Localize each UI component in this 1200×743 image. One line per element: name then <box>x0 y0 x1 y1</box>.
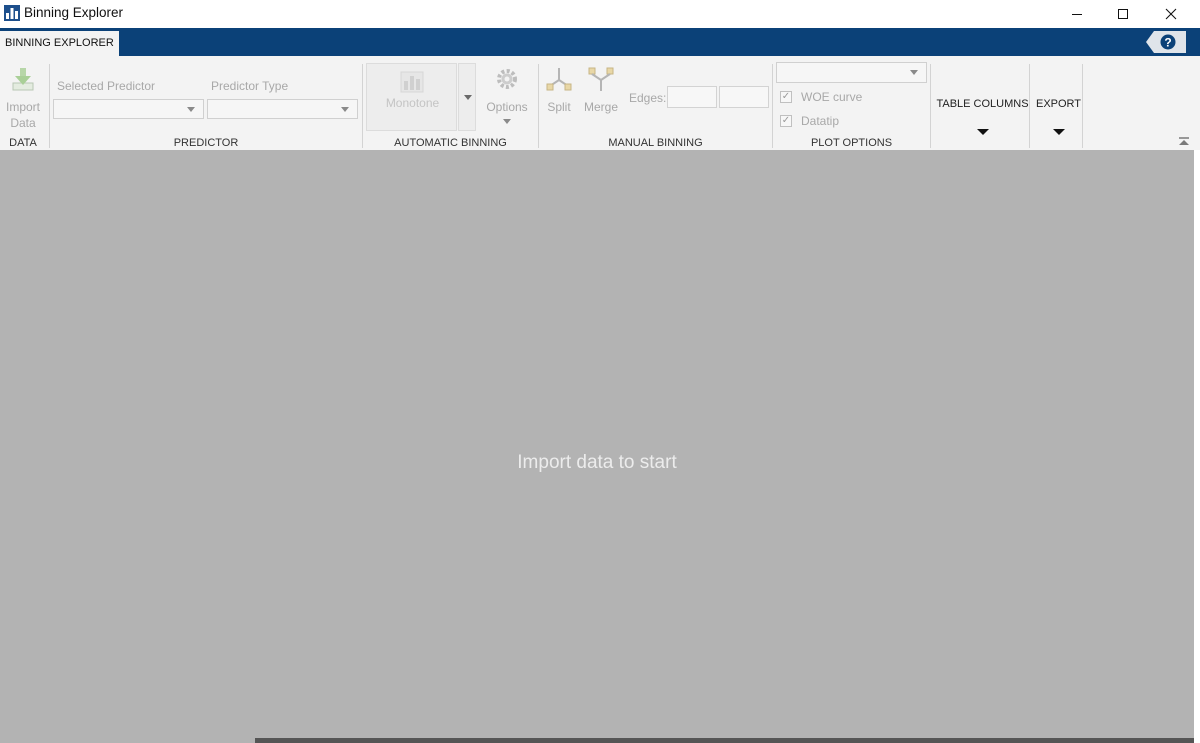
group-label-predictor: PREDICTOR <box>173 137 239 149</box>
export-label: EXPORT <box>1035 98 1082 110</box>
collapse-ribbon-icon[interactable] <box>1177 136 1191 148</box>
split-label: Split <box>547 100 571 114</box>
bar-chart-icon <box>4 5 20 21</box>
group-label-data: DATA <box>9 137 37 149</box>
edge-upper-input[interactable] <box>719 86 769 108</box>
merge-button[interactable]: Merge <box>580 66 622 116</box>
caret-down-icon <box>1053 129 1065 135</box>
split-button[interactable]: Split <box>543 66 575 116</box>
tab-strip <box>0 28 1200 56</box>
table-columns-label: TABLE COLUMNS <box>936 98 1029 110</box>
minimize-icon <box>1072 14 1082 15</box>
binning-algorithm-gallery[interactable]: Monotone <box>366 63 457 131</box>
maximize-button[interactable] <box>1100 0 1146 28</box>
selected-predictor-dropdown[interactable] <box>53 99 204 119</box>
algorithm-gallery-expand-button[interactable] <box>458 63 476 131</box>
predictor-type-label: Predictor Type <box>211 79 289 93</box>
check-icon: ✓ <box>780 115 792 127</box>
edges-label: Edges: <box>629 91 667 105</box>
close-button[interactable] <box>1148 0 1194 28</box>
options-label: Options <box>486 100 528 114</box>
help-icon: ? <box>1146 31 1186 53</box>
window-edge <box>1194 150 1200 743</box>
check-icon: ✓ <box>780 91 792 103</box>
maximize-icon <box>1118 9 1128 19</box>
group-label-automatic-binning: AUTOMATIC BINNING <box>394 137 507 149</box>
close-icon <box>1165 8 1177 20</box>
svg-text:?: ? <box>1164 36 1171 50</box>
empty-state-message: Import data to start <box>517 452 677 473</box>
selected-predictor-label: Selected Predictor <box>57 79 156 93</box>
group-separator <box>772 64 773 148</box>
caret-down-icon <box>977 129 989 135</box>
import-label-line1: Import <box>5 100 40 114</box>
group-separator <box>49 64 50 148</box>
tab-binning-explorer[interactable]: BINNING EXPLORER <box>0 31 119 56</box>
import-data-button[interactable]: Import Data <box>0 100 46 130</box>
group-separator <box>362 64 363 148</box>
taskbar-strip <box>255 738 1194 743</box>
group-separator <box>1082 64 1083 148</box>
group-label-manual-binning: MANUAL BINNING <box>608 137 703 149</box>
plot-select-dropdown[interactable] <box>776 62 927 83</box>
edge-lower-input[interactable] <box>667 86 717 108</box>
main-canvas <box>0 150 1200 743</box>
export-button[interactable]: EXPORT <box>1030 64 1082 148</box>
group-separator <box>538 64 539 148</box>
chevron-down-icon <box>910 70 918 75</box>
chevron-down-icon <box>341 107 349 112</box>
chevron-down-icon <box>503 119 511 124</box>
help-button[interactable]: ? <box>1146 31 1186 53</box>
merge-icon <box>588 67 614 91</box>
group-label-plot-options: PLOT OPTIONS <box>810 137 893 149</box>
import-label-line2: Data <box>10 116 36 130</box>
woe-curve-label: WOE curve <box>801 90 863 104</box>
predictor-type-dropdown[interactable] <box>207 99 358 119</box>
chevron-down-icon <box>464 95 472 100</box>
import-data-icon <box>12 68 34 91</box>
monotone-algorithm-label: Monotone <box>385 96 440 110</box>
chevron-down-icon <box>187 107 195 112</box>
gear-icon <box>497 69 517 89</box>
minimize-button[interactable] <box>1054 0 1100 28</box>
split-icon <box>546 68 572 91</box>
bar-chart-icon <box>400 71 424 93</box>
table-columns-button[interactable]: TABLE COLUMNS <box>931 64 1029 148</box>
options-button[interactable]: Options <box>484 66 530 128</box>
datatip-label: Datatip <box>801 114 840 128</box>
merge-label: Merge <box>583 100 618 114</box>
title-bar <box>0 0 1200 28</box>
window-title: Binning Explorer <box>24 5 124 20</box>
